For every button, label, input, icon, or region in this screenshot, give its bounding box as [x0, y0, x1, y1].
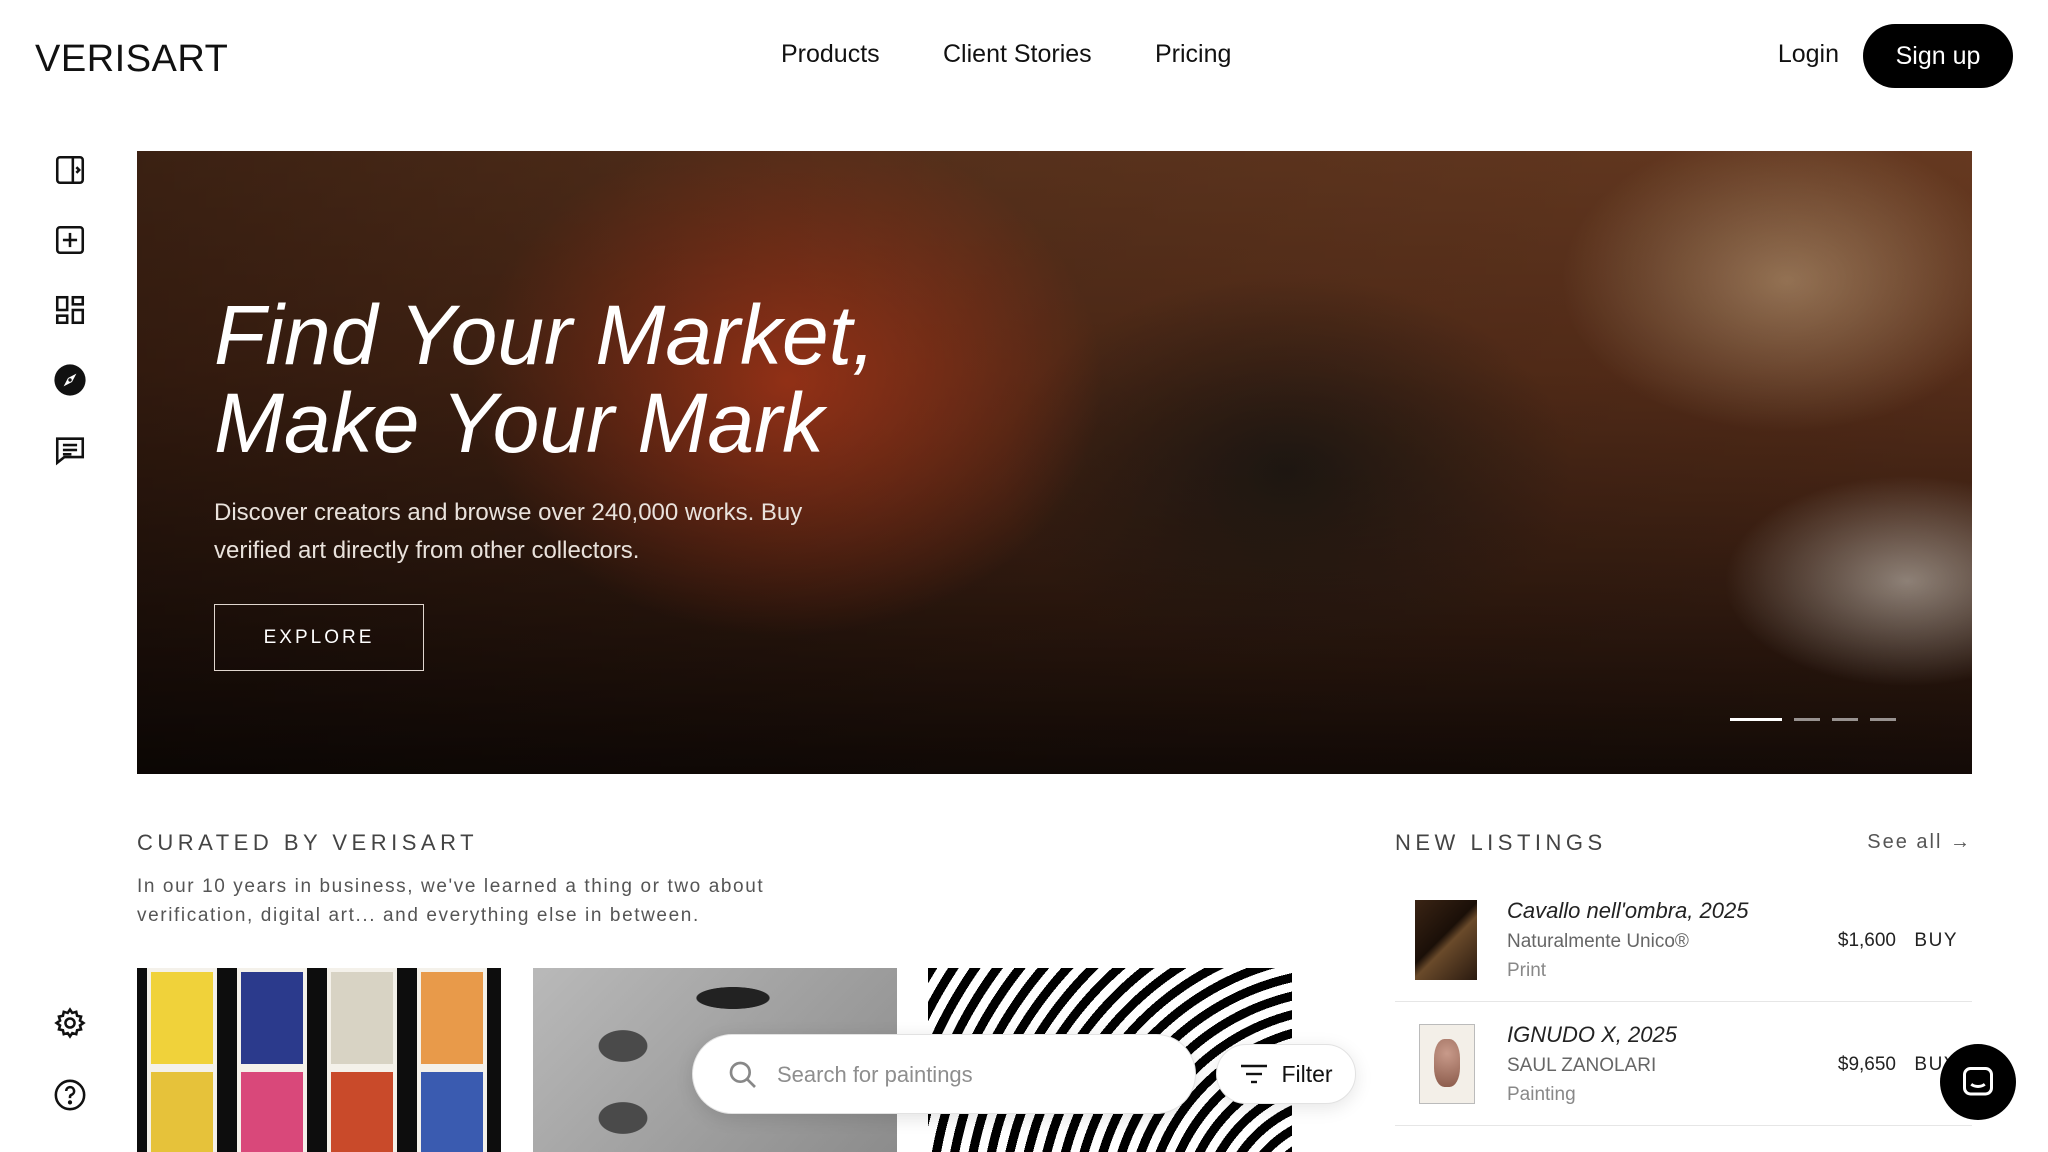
poster-image [147, 968, 217, 1068]
listing-artist: Naturalmente Unico® [1507, 931, 1689, 952]
poster-image [417, 1068, 487, 1152]
add-icon[interactable] [50, 220, 90, 260]
listing-price: $1,600 [1837, 930, 1896, 951]
nav-products[interactable]: Products [781, 40, 880, 69]
search-input[interactable] [777, 1053, 1157, 1097]
settings-gear-icon[interactable] [50, 1003, 90, 1043]
listing-thumbnail [1419, 1024, 1475, 1104]
help-icon[interactable] [50, 1075, 90, 1115]
listing-type: Print [1507, 960, 1547, 981]
poster-image [147, 1068, 217, 1152]
filter-label: Filter [1281, 1060, 1333, 1087]
carousel-indicators [1730, 718, 1896, 721]
hero-title-line2: Make Your Mark [214, 376, 825, 470]
poster-image [327, 1068, 397, 1152]
listing-artist: SAUL ZANOLARI [1507, 1055, 1657, 1076]
listing-type: Painting [1507, 1084, 1576, 1105]
poster-image [417, 968, 487, 1068]
listing-title: Cavallo nell'ombra, 2025 [1507, 898, 1749, 923]
panel-toggle-icon[interactable] [50, 150, 90, 190]
dashboard-icon[interactable] [50, 290, 90, 330]
hero-subtitle: Discover creators and browse over 240,00… [214, 499, 803, 564]
carousel-dot-4[interactable] [1870, 718, 1896, 721]
login-link[interactable]: Login [1778, 40, 1839, 69]
nav-client-stories[interactable]: Client Stories [943, 40, 1092, 69]
nav-pricing[interactable]: Pricing [1155, 40, 1231, 69]
chat-launcher-button[interactable] [1940, 1044, 2016, 1120]
poster-image [237, 968, 307, 1068]
see-all-link[interactable]: See all → [1867, 831, 1972, 854]
hero-banner: Find Your Market, Make Your Mark Discove… [137, 151, 1972, 774]
curated-artwork-1[interactable] [137, 968, 501, 1152]
curated-section-title: CURATED BY VERISART [137, 830, 479, 855]
filter-button[interactable]: Filter [1216, 1044, 1356, 1104]
carousel-dot-2[interactable] [1794, 718, 1820, 721]
explore-compass-icon[interactable] [50, 360, 90, 400]
search-icon [729, 1061, 756, 1088]
main-nav: Products Client Stories Pricing [0, 40, 2048, 76]
signup-button[interactable]: Sign up [1863, 24, 2013, 88]
messages-icon[interactable] [50, 430, 90, 470]
buy-button[interactable]: BUY [1914, 930, 1958, 952]
hero-title-line1: Find Your Market, [214, 288, 876, 382]
listing-item[interactable]: IGNUDO X, 2025 SAUL ZANOLARI Painting $9… [1395, 1002, 1972, 1126]
listing-item[interactable]: Cavallo nell'ombra, 2025 Naturalmente Un… [1395, 878, 1972, 1002]
chat-icon [1963, 1067, 1993, 1096]
search-bar[interactable] [692, 1034, 1196, 1114]
hero-title: Find Your Market, Make Your Mark [214, 291, 1114, 467]
poster-image [327, 968, 397, 1068]
curated-description: In our 10 years in business, we've learn… [137, 876, 765, 926]
listing-price: $9,650 [1837, 1054, 1896, 1075]
poster-image [237, 1068, 307, 1152]
new-listings-title: NEW LISTINGS [1395, 830, 1607, 855]
listing-title: IGNUDO X, 2025 [1507, 1022, 1677, 1047]
site-header: VERISART Products Client Stories Pricing… [0, 0, 2048, 112]
explore-button[interactable]: EXPLORE [214, 604, 424, 671]
listing-thumbnail [1415, 900, 1477, 980]
filter-icon [1241, 1064, 1268, 1084]
thumbnail-figure [1434, 1039, 1460, 1087]
carousel-dot-3[interactable] [1832, 718, 1858, 721]
carousel-dot-1[interactable] [1730, 718, 1782, 721]
